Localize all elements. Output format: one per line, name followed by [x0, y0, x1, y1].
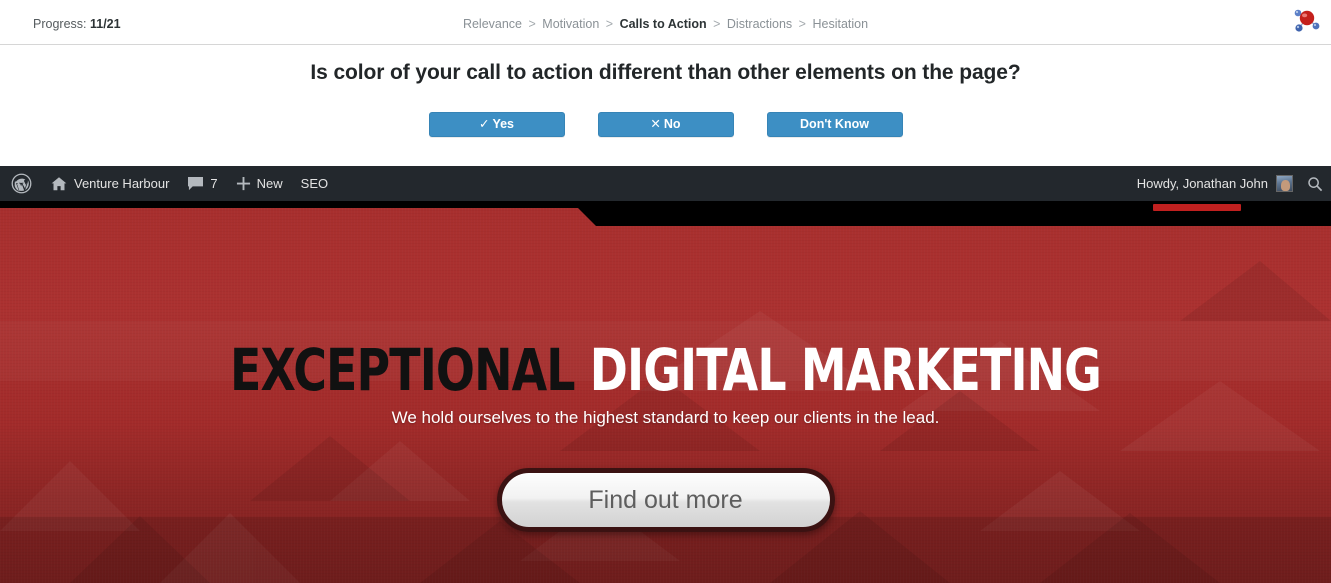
- breadcrumb: Relevance > Motivation > Calls to Action…: [0, 17, 1331, 31]
- wordpress-admin-bar: Venture Harbour 7 New SEO Howdy, Jonatha…: [0, 166, 1331, 201]
- answer-label-no: No: [663, 117, 681, 131]
- home-icon: [51, 176, 67, 190]
- seo-menu[interactable]: SEO: [292, 166, 337, 201]
- breadcrumb-item-distractions[interactable]: Distractions: [727, 17, 792, 31]
- site-name-label: Venture Harbour: [74, 176, 170, 191]
- site-hero-banner: EXCEPTIONAL DIGITAL MARKETING We hold ou…: [0, 201, 1331, 583]
- admin-bar-left-group: Venture Harbour 7 New SEO: [0, 166, 337, 201]
- survey-header: Progress: 11/21 Relevance > Motivation >…: [0, 0, 1331, 45]
- headline-part-light: DIGITAL MARKETING: [589, 336, 1102, 404]
- breadcrumb-item-calls-to-action[interactable]: Calls to Action: [620, 17, 707, 31]
- check-icon: ✓: [478, 117, 490, 131]
- molecule-icon[interactable]: [1289, 6, 1323, 38]
- admin-search-button[interactable]: [1299, 166, 1331, 201]
- breadcrumb-item-relevance[interactable]: Relevance: [463, 17, 522, 31]
- comment-bubble-icon: [188, 176, 204, 191]
- breadcrumb-separator: >: [528, 17, 536, 31]
- banner-subheadline: We hold ourselves to the highest standar…: [391, 408, 940, 427]
- banner-headline: EXCEPTIONAL DIGITAL MARKETING: [80, 341, 1251, 399]
- wordpress-logo-menu[interactable]: [0, 166, 41, 201]
- headline-part-dark: EXCEPTIONAL: [229, 336, 576, 404]
- banner-content: EXCEPTIONAL DIGITAL MARKETING We hold ou…: [0, 201, 1331, 583]
- site-name-menu[interactable]: Venture Harbour: [41, 166, 178, 201]
- answer-button-no[interactable]: ✕ No: [597, 112, 734, 137]
- find-out-more-button[interactable]: Find out more: [496, 468, 835, 532]
- new-content-menu[interactable]: New: [227, 166, 292, 201]
- answer-button-yes[interactable]: ✓ Yes: [428, 112, 565, 137]
- seo-label: SEO: [300, 176, 329, 191]
- search-icon: [1308, 176, 1323, 191]
- new-content-label: New: [256, 176, 283, 191]
- breadcrumb-separator: >: [713, 17, 721, 31]
- comments-count: 7: [210, 176, 218, 191]
- question-text: Is color of your call to action differen…: [310, 61, 1021, 84]
- account-menu[interactable]: Howdy, Jonathan John: [1127, 166, 1299, 201]
- howdy-label: Howdy, Jonathan John: [1136, 176, 1268, 191]
- breadcrumb-item-motivation[interactable]: Motivation: [542, 17, 599, 31]
- wordpress-logo-icon: [11, 173, 32, 194]
- answer-button-dont-know[interactable]: Don't Know: [766, 112, 903, 137]
- banner-cta-wrapper: Find out more: [0, 468, 1331, 532]
- avatar: [1276, 175, 1293, 192]
- question-panel: Is color of your call to action differen…: [0, 45, 1331, 166]
- cross-icon: ✕: [650, 117, 661, 131]
- answer-label-dont-know: Don't Know: [800, 117, 869, 131]
- breadcrumb-separator: >: [605, 17, 614, 31]
- admin-bar-right-group: Howdy, Jonathan John: [1127, 166, 1331, 201]
- breadcrumb-separator: >: [798, 17, 806, 31]
- breadcrumb-item-hesitation[interactable]: Hesitation: [812, 17, 868, 31]
- comments-menu[interactable]: 7: [178, 166, 226, 201]
- answer-label-yes: Yes: [492, 117, 515, 131]
- answer-buttons: ✓ Yes ✕ No Don't Know: [0, 112, 1331, 137]
- plus-icon: [236, 176, 250, 191]
